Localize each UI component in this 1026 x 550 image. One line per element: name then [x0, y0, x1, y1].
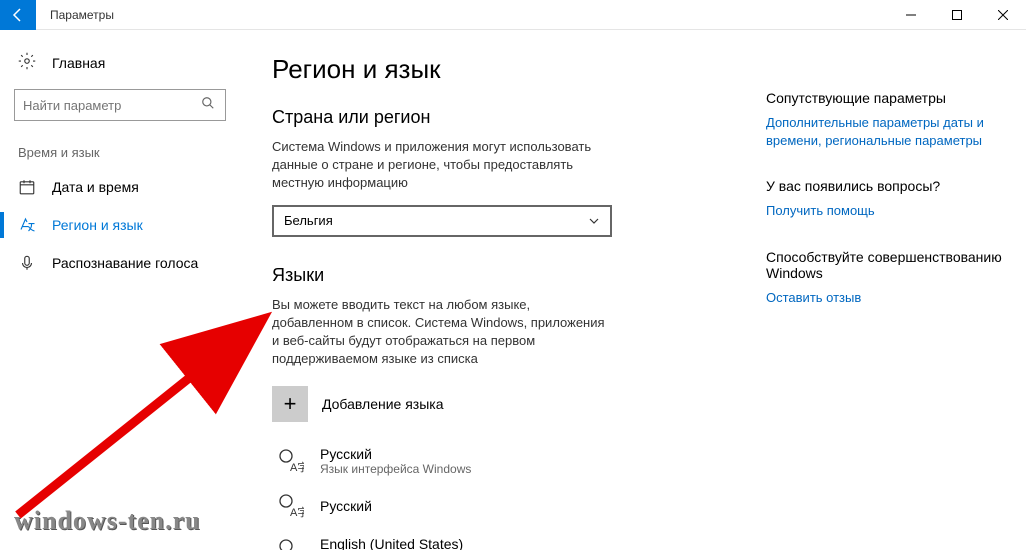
main-content: Регион и язык Страна или регион Система … [240, 30, 766, 550]
gear-icon [18, 52, 38, 73]
window-title: Параметры [50, 8, 114, 22]
back-button[interactable] [0, 0, 36, 30]
country-description: Система Windows и приложения могут испол… [272, 138, 612, 193]
language-sub: Язык интерфейса Windows [320, 462, 471, 476]
minimize-icon [906, 10, 916, 20]
language-name: English (United States) [320, 536, 474, 550]
language-item[interactable]: A字 Русский [272, 484, 612, 528]
language-globe-icon: A字 [276, 492, 304, 520]
country-value: Бельгия [284, 213, 588, 228]
svg-text:A字: A字 [290, 505, 304, 519]
chevron-down-icon [588, 215, 600, 227]
languages-description: Вы можете вводить текст на любом языке, … [272, 296, 612, 369]
watermark: windows-ten.ru [14, 506, 201, 536]
close-icon [998, 10, 1008, 20]
languages-section-title: Языки [272, 265, 734, 286]
feedback-title: Способствуйте совершенствованию Windows [766, 249, 1006, 281]
sidebar: Главная Время и язык Дата и время Регион… [0, 30, 240, 550]
maximize-icon [952, 10, 962, 20]
related-title: Сопутствующие параметры [766, 90, 1006, 106]
minimize-button[interactable] [888, 0, 934, 30]
add-language-label: Добавление языка [322, 396, 444, 412]
page-title: Регион и язык [272, 54, 734, 85]
language-name: Русский [320, 446, 471, 462]
search-box[interactable] [14, 89, 226, 121]
help-link[interactable]: Получить помощь [766, 202, 1006, 220]
sidebar-item-datetime[interactable]: Дата и время [0, 168, 240, 206]
sidebar-item-speech[interactable]: Распознавание голоса [0, 244, 240, 282]
maximize-button[interactable] [934, 0, 980, 30]
language-globe-icon: A字 [276, 537, 304, 550]
country-dropdown[interactable]: Бельгия [272, 205, 612, 237]
close-button[interactable] [980, 0, 1026, 30]
feedback-link[interactable]: Оставить отзыв [766, 289, 1006, 307]
sidebar-home-label: Главная [52, 55, 105, 71]
language-globe-icon: A字 [276, 447, 304, 475]
plus-icon: + [272, 386, 308, 422]
titlebar: Параметры [0, 0, 1026, 30]
sidebar-home[interactable]: Главная [0, 44, 240, 81]
arrow-left-icon [10, 7, 26, 23]
sidebar-item-region[interactable]: Регион и язык [0, 206, 240, 244]
language-icon [18, 216, 38, 234]
add-language-button[interactable]: + Добавление языка [272, 380, 612, 428]
related-link[interactable]: Дополнительные параметры даты и времени,… [766, 114, 1006, 150]
sidebar-item-label: Распознавание голоса [52, 255, 198, 271]
right-panel: Сопутствующие параметры Дополнительные п… [766, 30, 1026, 550]
search-icon [201, 96, 217, 115]
language-item[interactable]: A字 Русский Язык интерфейса Windows [272, 438, 612, 484]
help-title: У вас появились вопросы? [766, 178, 1006, 194]
language-name: Русский [320, 498, 372, 514]
svg-text:A字: A字 [290, 460, 304, 474]
search-input[interactable] [23, 98, 201, 113]
sidebar-item-label: Регион и язык [52, 217, 143, 233]
window-controls [888, 0, 1026, 30]
sidebar-section-label: Время и язык [0, 133, 240, 168]
language-item[interactable]: A字 English (United States) Установлен яз… [272, 528, 612, 550]
microphone-icon [18, 254, 38, 272]
sidebar-item-label: Дата и время [52, 179, 139, 195]
clock-icon [18, 178, 38, 196]
country-section-title: Страна или регион [272, 107, 734, 128]
